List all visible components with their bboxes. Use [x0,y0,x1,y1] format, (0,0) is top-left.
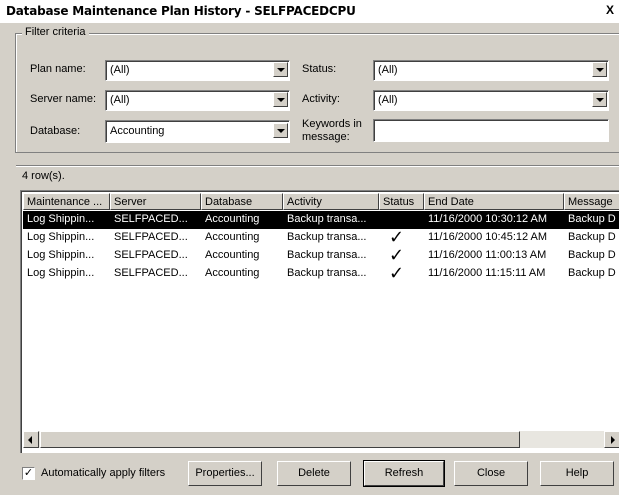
refresh-button[interactable]: Refresh [363,460,445,487]
table-row[interactable]: Log Shippin... SELFPACED... Accounting B… [23,247,619,265]
cell-end-date: 11/16/2000 11:00:13 AM [428,249,547,261]
status-check-icon [379,211,424,229]
activity-value: (All) [378,94,398,106]
cell-message: Backup D [568,249,616,261]
auto-apply-checkbox[interactable]: ✓ [22,467,35,480]
cell-message: Backup D [568,213,616,225]
cell-message: Backup D [568,267,616,279]
cell-end-date: 11/16/2000 11:15:11 AM [428,267,546,279]
maintenance-plan-history-window: Database Maintenance Plan History - SELF… [0,0,619,495]
column-header-end-date[interactable]: End Date [424,193,564,210]
status-combo[interactable]: (All) [373,60,609,81]
plan-name-combo[interactable]: (All) [105,60,290,81]
table-row[interactable]: Log Shippin... SELFPACED... Accounting B… [23,211,619,229]
cell-plan: Log Shippin... [27,267,95,279]
keywords-label-line2: message: [302,131,350,143]
chevron-down-icon[interactable] [273,92,288,107]
status-label: Status: [302,63,337,75]
scroll-thumb[interactable] [40,431,520,448]
cell-server: SELFPACED... [114,267,188,279]
activity-combo[interactable]: (All) [373,90,609,111]
chevron-down-icon[interactable] [592,62,607,77]
scroll-right-icon[interactable] [604,431,619,448]
table-row[interactable]: Log Shippin... SELFPACED... Accounting B… [23,265,619,283]
horizontal-scrollbar[interactable] [23,431,619,448]
auto-apply-label: Automatically apply filters [41,467,166,479]
server-name-value: (All) [110,94,130,106]
scroll-left-icon[interactable] [23,431,39,448]
cell-activity: Backup transa... [287,249,367,261]
server-name-label: Server name: [30,93,97,105]
window-title: Database Maintenance Plan History - SELF… [6,4,356,18]
plan-name-label: Plan name: [30,63,86,75]
status-check-icon: ✓ [389,229,405,247]
cell-database: Accounting [205,249,260,261]
status-check-icon: ✓ [389,265,405,283]
filter-criteria-legend: Filter criteria [22,26,89,38]
cell-plan: Log Shippin... [27,249,95,261]
divider [16,165,619,167]
cell-plan: Log Shippin... [27,231,95,243]
column-header-server[interactable]: Server [110,193,201,210]
cell-plan: Log Shippin... [27,213,95,225]
history-list[interactable]: Maintenance ... Server Database Activity… [20,190,619,453]
column-header-message[interactable]: Message [564,193,619,210]
database-value: Accounting [110,125,165,137]
delete-button[interactable]: Delete [277,461,351,486]
column-header-status[interactable]: Status [379,193,424,210]
keywords-input[interactable] [373,119,609,142]
cell-database: Accounting [205,267,260,279]
close-icon[interactable]: X [606,3,619,19]
column-header-maintenance[interactable]: Maintenance ... [23,193,110,210]
cell-server: SELFPACED... [114,213,188,225]
activity-label: Activity: [302,93,340,105]
cell-end-date: 11/16/2000 10:45:12 AM [428,231,548,243]
column-header-database[interactable]: Database [201,193,283,210]
plan-name-value: (All) [110,64,130,76]
chevron-down-icon[interactable] [273,123,288,138]
keywords-label-line1: Keywords in [302,118,362,130]
title-bar: Database Maintenance Plan History - SELF… [0,0,619,23]
cell-activity: Backup transa... [287,213,367,225]
close-button[interactable]: Close [454,461,528,486]
database-label: Database: [30,125,81,137]
cell-database: Accounting [205,213,260,225]
help-button[interactable]: Help [540,461,614,486]
status-value: (All) [378,64,398,76]
row-count: 4 row(s). [22,170,65,182]
list-header: Maintenance ... Server Database Activity… [23,193,619,210]
chevron-down-icon[interactable] [273,62,288,77]
cell-end-date: 11/16/2000 10:30:12 AM [428,213,548,225]
server-name-combo[interactable]: (All) [105,90,290,111]
cell-server: SELFPACED... [114,231,188,243]
cell-server: SELFPACED... [114,249,188,261]
cell-activity: Backup transa... [287,267,367,279]
chevron-down-icon[interactable] [592,92,607,107]
table-row[interactable]: Log Shippin... SELFPACED... Accounting B… [23,229,619,247]
cell-database: Accounting [205,231,260,243]
status-check-icon: ✓ [389,247,405,265]
database-combo[interactable]: Accounting [105,120,290,143]
column-header-activity[interactable]: Activity [283,193,379,210]
cell-message: Backup D [568,231,616,243]
cell-activity: Backup transa... [287,231,367,243]
properties-button[interactable]: Properties... [188,461,262,486]
